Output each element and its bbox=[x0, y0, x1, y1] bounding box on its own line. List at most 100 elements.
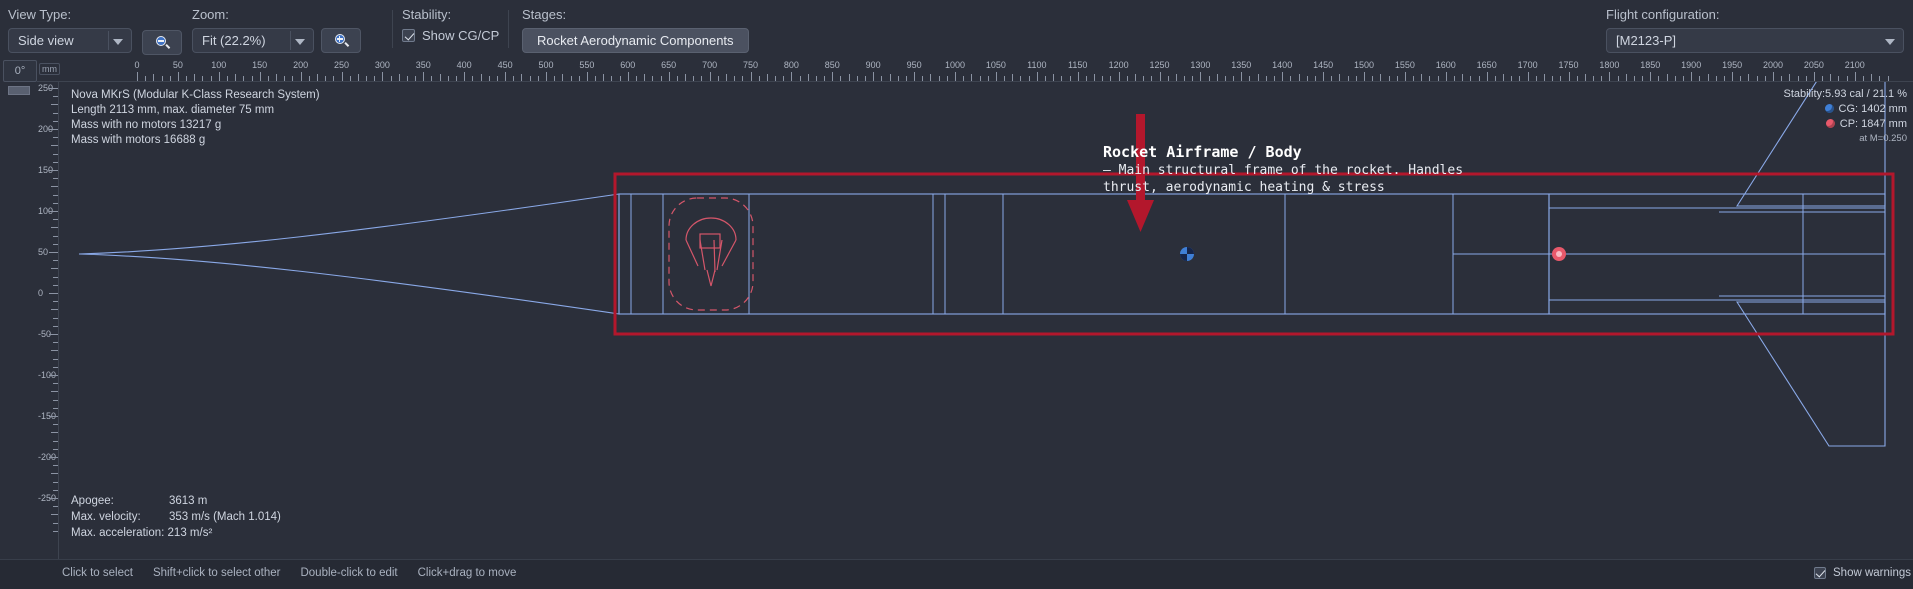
horizontal-ruler[interactable]: mm 0 50 100 150 200 250 300 350 400 450 500 550 600 6… bbox=[37, 60, 1913, 82]
ruler-tick bbox=[1372, 76, 1374, 81]
annotation-title: Rocket Airframe / Body bbox=[1103, 143, 1302, 161]
ruler-tick bbox=[316, 74, 318, 81]
ruler-tick bbox=[137, 72, 138, 81]
cp-marker-icon bbox=[1825, 119, 1835, 128]
ruler-tick bbox=[235, 74, 237, 81]
ruler-tick bbox=[1151, 76, 1153, 81]
ruler-tick bbox=[619, 76, 621, 81]
stability-value: Stability:5.93 cal / 21.1 % bbox=[1783, 88, 1907, 100]
ruler-tick bbox=[456, 76, 458, 81]
ruler-tick-label: 50 bbox=[38, 247, 49, 257]
ruler-tick bbox=[1764, 76, 1766, 81]
view-type-select[interactable]: Side view bbox=[8, 28, 132, 53]
ruler-tick bbox=[49, 129, 58, 130]
ruler-tick bbox=[177, 72, 179, 81]
ruler-corner-handle[interactable] bbox=[8, 86, 30, 95]
ruler-tick bbox=[1854, 72, 1856, 81]
ruler-tick-label: 400 bbox=[456, 60, 472, 70]
vertical-ruler[interactable]: 250 200 150 100 50 0 -50 -100 -150 -200 -250 bbox=[37, 82, 59, 559]
stability-readout-block: Stability:5.93 cal / 21.1 % CG: 1402 mm … bbox=[1783, 87, 1907, 146]
ruler-tick-label: 1550 bbox=[1394, 60, 1415, 70]
ruler-tick bbox=[472, 76, 474, 81]
ruler-tick bbox=[51, 268, 58, 270]
lower-fin-shape[interactable] bbox=[1735, 301, 1886, 447]
nose-cone-shape[interactable] bbox=[78, 193, 620, 315]
show-warnings-label: Show warnings bbox=[1833, 567, 1911, 579]
ruler-tick bbox=[1699, 76, 1701, 81]
ruler-tick-label: 450 bbox=[497, 60, 513, 70]
cg-marker-icon[interactable] bbox=[1180, 247, 1194, 261]
ruler-tick bbox=[53, 358, 58, 360]
ruler-tick bbox=[1053, 74, 1055, 81]
ruler-tick bbox=[423, 72, 425, 81]
ruler-tick bbox=[51, 309, 58, 311]
ruler-tick-label: 950 bbox=[906, 60, 922, 70]
ruler-tick bbox=[1347, 76, 1349, 81]
ruler-tick bbox=[1306, 76, 1308, 81]
ruler-tick bbox=[53, 235, 58, 237]
ruler-tick-label: 1800 bbox=[1599, 60, 1620, 70]
ruler-tick bbox=[1609, 72, 1611, 81]
ruler-tick bbox=[153, 74, 155, 81]
ruler-tick bbox=[1773, 72, 1774, 81]
cp-marker-icon[interactable] bbox=[1552, 247, 1566, 261]
ruler-tick bbox=[496, 76, 498, 81]
flight-configuration-select[interactable]: [M2123-P] bbox=[1606, 28, 1904, 53]
max-velocity-value: 353 m/s (Mach 1.014) bbox=[169, 511, 281, 523]
ruler-tick bbox=[439, 74, 441, 81]
ruler-tick-label: 1200 bbox=[1108, 60, 1129, 70]
zoom-in-button[interactable] bbox=[321, 28, 361, 53]
zoom-select[interactable]: Fit (22.2%) bbox=[192, 28, 314, 53]
body-tube-outline[interactable] bbox=[618, 193, 1550, 315]
rotation-angle-box[interactable]: 0° bbox=[3, 60, 37, 82]
ruler-tick bbox=[1044, 76, 1046, 81]
ruler-tick bbox=[480, 74, 482, 81]
ruler-tick bbox=[1200, 72, 1202, 81]
ruler-tick bbox=[53, 383, 58, 385]
rocket-side-view-drawing[interactable] bbox=[59, 82, 1913, 559]
ruler-tick bbox=[145, 76, 147, 81]
ruler-tick bbox=[308, 76, 310, 81]
ruler-tick bbox=[284, 76, 286, 81]
ruler-tick-label: 200 bbox=[293, 60, 309, 70]
ruler-tick-label: 850 bbox=[824, 60, 840, 70]
flight-configuration-group: Flight configuration: [M2123-P] bbox=[1606, 0, 1904, 58]
ruler-tick bbox=[1543, 74, 1545, 81]
rocket-canvas[interactable]: Nova MKrS (Modular K-Class Research Syst… bbox=[59, 82, 1913, 559]
toolbar-divider-2 bbox=[508, 10, 509, 48]
ruler-tick bbox=[49, 416, 58, 417]
ruler-unit-label: mm bbox=[39, 63, 60, 75]
ruler-tick bbox=[1036, 72, 1038, 81]
ruler-tick bbox=[914, 72, 916, 81]
annotation-callout: Rocket Airframe / Body – Main structural… bbox=[1103, 143, 1463, 196]
parachute-component-icon[interactable] bbox=[668, 197, 754, 311]
ruler-tick-label: 1500 bbox=[1353, 60, 1375, 70]
ruler-tick bbox=[627, 72, 629, 81]
show-cg-cp-label: Show CG/CP bbox=[422, 28, 500, 43]
ruler-tick bbox=[955, 72, 956, 81]
view-type-label: View Type: bbox=[8, 7, 72, 22]
ruler-tick-label: 650 bbox=[661, 60, 677, 70]
ruler-tick bbox=[1756, 76, 1758, 81]
ruler-tick bbox=[53, 481, 58, 483]
ruler-tick bbox=[1184, 76, 1186, 81]
zoom-out-icon bbox=[155, 36, 170, 49]
show-cg-cp-checkbox[interactable]: Show CG/CP bbox=[402, 28, 499, 43]
zoom-out-button[interactable] bbox=[142, 30, 182, 55]
ruler-tick bbox=[53, 137, 58, 139]
cg-value: CG: 1402 mm bbox=[1838, 103, 1907, 115]
status-hint: Click to select bbox=[62, 567, 133, 579]
ruler-tick bbox=[1478, 76, 1480, 81]
stage-tab-rocket-aerodynamic-components[interactable]: Rocket Aerodynamic Components bbox=[522, 28, 749, 53]
ruler-tick bbox=[979, 76, 981, 81]
ruler-tick-label: 2100 bbox=[1844, 60, 1865, 70]
ruler-tick bbox=[1453, 76, 1455, 81]
ruler-tick bbox=[1404, 72, 1406, 81]
ruler-tick-label: 1050 bbox=[985, 60, 1006, 70]
ruler-tick bbox=[1102, 76, 1104, 81]
show-warnings-checkbox[interactable]: Show warnings bbox=[1814, 567, 1911, 579]
chevron-down-icon bbox=[113, 38, 123, 45]
ruler-tick bbox=[676, 76, 678, 81]
ruler-tick bbox=[349, 76, 351, 81]
ruler-tick-label: 550 bbox=[579, 60, 595, 70]
